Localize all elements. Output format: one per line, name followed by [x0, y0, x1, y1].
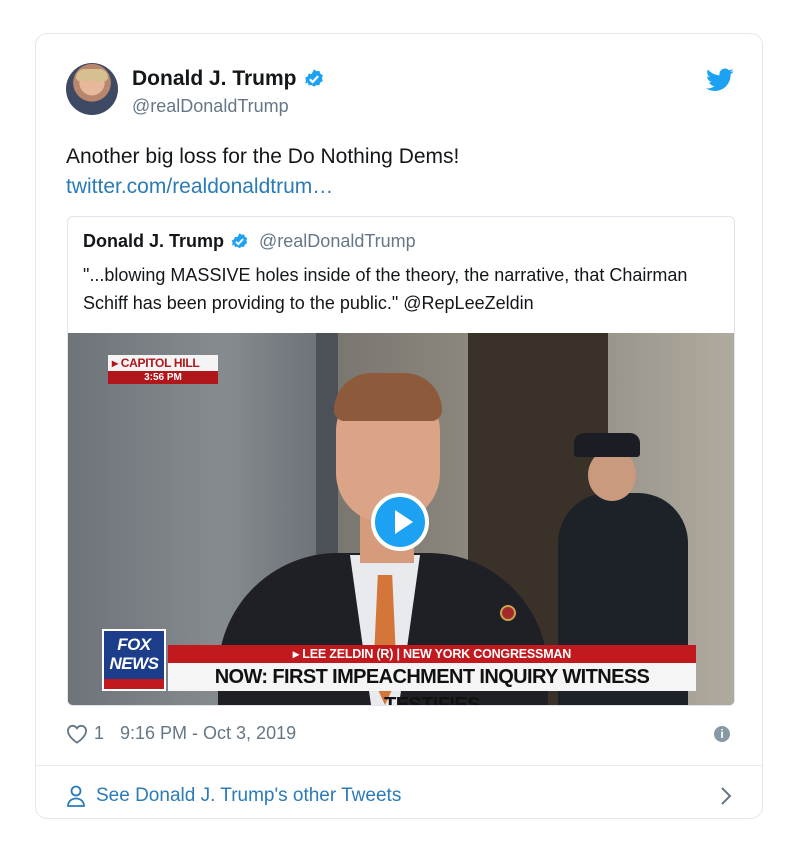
divider: [36, 765, 762, 766]
see-other-tweets-link[interactable]: See Donald J. Trump's other Tweets: [66, 776, 738, 816]
quoted-verified-badge-icon: [231, 233, 248, 249]
location-caption-time: 3:56 PM: [108, 371, 218, 384]
verified-badge-icon: [304, 69, 323, 87]
person-icon: [67, 785, 85, 807]
quoted-author-name: Donald J. Trump: [83, 231, 225, 251]
fox-news-logo: FOX NEWS: [102, 629, 166, 691]
fox-logo-line2: NEWS: [109, 654, 160, 673]
play-icon: [395, 510, 413, 534]
location-caption-text: CAPITOL HILL: [120, 356, 200, 370]
congressional-pin: [500, 605, 516, 621]
author-display-name[interactable]: Donald J. Trump: [132, 67, 297, 91]
quoted-tweet[interactable]: Donald J. Trump @realDonaldTrump "...blo…: [67, 216, 735, 706]
info-icon[interactable]: i: [714, 726, 730, 742]
tweet-timestamp[interactable]: 9:16 PM - Oct 3, 2019: [120, 723, 296, 744]
see-other-tweets-label[interactable]: See Donald J. Trump's other Tweets: [96, 785, 401, 807]
location-caption: ▸ CAPITOL HILL 3:56 PM: [108, 355, 218, 387]
twitter-bird-icon[interactable]: [706, 68, 734, 92]
author-name-row[interactable]: Donald J. Trump: [132, 67, 325, 91]
video-player[interactable]: ▸ CAPITOL HILL 3:56 PM FOX NEWS ▸ LEE ZE…: [68, 333, 734, 705]
fox-logo-bar: [104, 679, 164, 689]
tweet-meta: 1 9:16 PM - Oct 3, 2019: [66, 723, 296, 744]
chyron-main: NOW: FIRST IMPEACHMENT INQUIRY WITNESS T…: [168, 663, 696, 705]
video-officer-cap: [574, 433, 640, 457]
heart-icon[interactable]: [66, 724, 88, 744]
tweet-link[interactable]: twitter.com/realdonaldtrum…: [66, 172, 333, 202]
tweet-header: Donald J. Trump @realDonaldTrump: [66, 63, 734, 123]
video-speaker-hair: [334, 373, 442, 421]
quoted-tweet-text: "...blowing MASSIVE holes inside of the …: [83, 265, 688, 313]
play-button[interactable]: [371, 493, 429, 551]
like-count[interactable]: 1: [94, 723, 104, 744]
embedded-tweet-card: Donald J. Trump @realDonaldTrump Another…: [35, 33, 763, 819]
fox-logo-line1: FOX: [117, 635, 151, 654]
avatar[interactable]: [66, 63, 118, 115]
chyron-top: ▸ LEE ZELDIN (R) | NEW YORK CONGRESSMAN: [168, 645, 696, 663]
quoted-tweet-header: Donald J. Trump @realDonaldTrump: [83, 231, 416, 252]
author-handle[interactable]: @realDonaldTrump: [132, 96, 289, 117]
quoted-author-handle: @realDonaldTrump: [259, 231, 416, 251]
tweet-text: Another big loss for the Do Nothing Dems…: [66, 145, 460, 168]
location-caption-title: ▸ CAPITOL HILL: [108, 355, 218, 371]
chevron-right-icon[interactable]: [720, 786, 732, 806]
